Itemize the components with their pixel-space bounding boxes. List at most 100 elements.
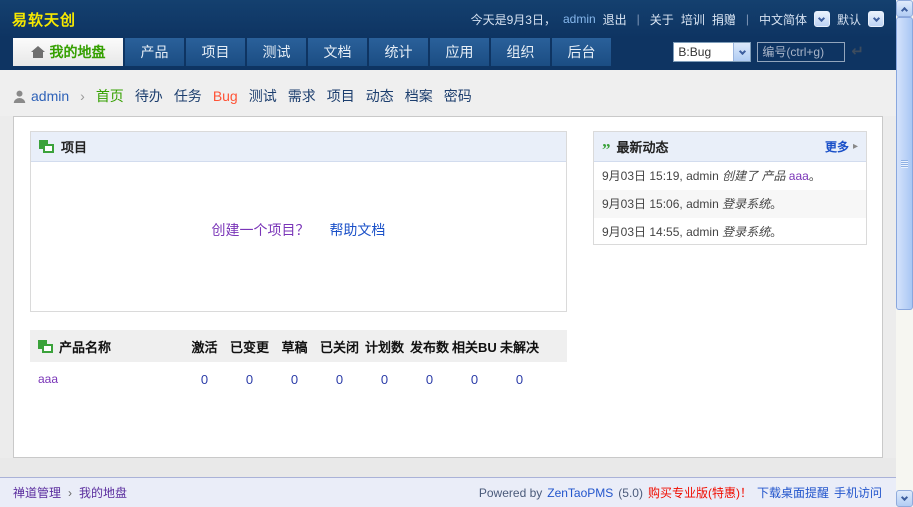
activity-time: 9月03日 15:06,: [602, 197, 683, 211]
search-go-button[interactable]: ↵: [851, 42, 864, 62]
menu-item-todo[interactable]: 待办: [135, 86, 163, 106]
tab-doc[interactable]: 文档: [308, 38, 367, 66]
breadcrumb-user-label: admin: [31, 88, 70, 104]
column-header-draft: 草稿: [281, 339, 308, 355]
activity-action: 登录系统: [722, 225, 771, 239]
activity-time: 9月03日 15:19,: [602, 169, 683, 183]
activity-suffix: 。: [770, 197, 783, 211]
product-table: 产品名称 激活 已变更 草稿 已关闭 计划数 发布数 相关BUG 未解决 aaa…: [30, 330, 567, 396]
activity-row: 9月03日 15:19, admin 创建了 产品 aaa。: [594, 162, 866, 190]
version-label: (5.0): [618, 485, 643, 500]
activity-panel-title: 最新动态: [616, 140, 669, 155]
column-header-releases: 发布数: [409, 339, 449, 355]
theme-dropdown-button[interactable]: [868, 11, 884, 27]
select-dropdown-button[interactable]: [733, 43, 751, 61]
scroll-up-button[interactable]: [896, 0, 913, 17]
footer-crumb-dashboard[interactable]: 我的地盘: [79, 484, 127, 501]
home-icon: [30, 46, 45, 58]
create-project-link[interactable]: 创建一个项目？: [212, 222, 310, 238]
activity-action: 登录系统: [722, 197, 771, 211]
help-doc-link[interactable]: 帮助文档: [329, 222, 385, 238]
activity-actor: admin: [686, 169, 719, 183]
scrollbar-thumb[interactable]: [896, 17, 913, 310]
cell-related-bugs[interactable]: 0: [452, 372, 497, 387]
tab-app[interactable]: 应用: [430, 38, 489, 66]
tab-admin[interactable]: 后台: [552, 38, 611, 66]
app-logo: 易软天创: [12, 11, 77, 29]
tab-test[interactable]: 测试: [247, 38, 306, 66]
chevron-down-icon: [900, 493, 909, 502]
page-gap: [0, 458, 896, 477]
desktop-reminder-link[interactable]: 下载桌面提醒: [757, 484, 829, 501]
activity-panel-header: ” 最新动态 更多 ▸: [594, 132, 866, 162]
column-header-unresolved: 未解决: [499, 339, 539, 355]
donate-link[interactable]: 捐赠: [712, 11, 736, 28]
search-id-input[interactable]: [757, 42, 846, 62]
tab-label: 产品: [140, 44, 169, 60]
activity-actor: admin: [686, 197, 719, 211]
tab-label: 组织: [506, 44, 535, 60]
user-menu[interactable]: admin: [13, 88, 69, 104]
tab-label: 项目: [201, 44, 230, 60]
column-header-closed: 已关闭: [319, 339, 359, 355]
tab-label: 统计: [384, 44, 413, 60]
activity-suffix: 。: [808, 169, 821, 183]
activity-object-link[interactable]: aaa: [789, 169, 809, 183]
vertical-scrollbar[interactable]: [896, 0, 913, 507]
menu-item-story[interactable]: 需求: [288, 86, 316, 106]
top-bar: 易软天创 今天是9月3日， admin 退出 | 关于 培训 捐赠 | 中文简体…: [0, 0, 896, 38]
menu-item-test[interactable]: 测试: [249, 86, 277, 106]
cell-plans[interactable]: 0: [362, 372, 407, 387]
training-link[interactable]: 培训: [681, 11, 705, 28]
menu-item-task[interactable]: 任务: [174, 86, 202, 106]
tab-label: 后台: [567, 44, 596, 60]
zentao-page: 易软天创 今天是9月3日， admin 退出 | 关于 培训 捐赠 | 中文简体…: [0, 0, 913, 507]
cell-draft[interactable]: 0: [272, 372, 317, 387]
menu-item-bug[interactable]: Bug: [213, 88, 238, 104]
powered-by-label: Powered by: [478, 485, 543, 500]
activity-panel: ” 最新动态 更多 ▸ 9月03日 15:19, admin 创建了 产品 aa…: [593, 131, 867, 245]
product-table-header: 产品名称 激活 已变更 草稿 已关闭 计划数 发布数 相关BUG 未解决: [30, 330, 567, 362]
activity-suffix: 。: [770, 225, 783, 239]
about-link[interactable]: 关于: [650, 11, 674, 28]
tab-project[interactable]: 项目: [186, 38, 245, 66]
menu-item-profile[interactable]: 档案: [405, 86, 433, 106]
tab-my-dashboard[interactable]: 我的地盘: [13, 38, 123, 66]
current-user-link[interactable]: admin: [563, 12, 596, 26]
footer-crumb-zentao[interactable]: 禅道管理: [13, 484, 61, 501]
menu-item-dynamic[interactable]: 动态: [366, 86, 394, 106]
cell-active[interactable]: 0: [182, 372, 227, 387]
zentao-link[interactable]: ZenTaoPMS: [547, 486, 613, 500]
menu-item-home[interactable]: 首页: [96, 86, 124, 106]
product-name-link[interactable]: aaa: [38, 372, 58, 386]
quick-search: B:Bug ↵: [673, 38, 864, 66]
mobile-access-link[interactable]: 手机访问: [834, 484, 882, 501]
language-dropdown-button[interactable]: [813, 11, 830, 27]
separator: |: [745, 12, 749, 26]
main-nav-tabs: 我的地盘 产品 项目 测试 文档 统计 应用 组织 后台 B:Bug ↵: [0, 38, 896, 70]
windows-icon: [39, 139, 55, 154]
windows-icon: [38, 339, 54, 354]
scrollbar-grip: [901, 159, 908, 168]
tab-label: 应用: [445, 44, 474, 60]
scroll-down-button[interactable]: [896, 490, 913, 507]
more-link[interactable]: 更多 ▸: [825, 138, 858, 155]
table-row: aaa 0 0 0 0 0 0 0 0: [30, 362, 567, 396]
search-module-select[interactable]: B:Bug: [673, 42, 752, 62]
cell-unresolved[interactable]: 0: [497, 372, 542, 387]
menu-item-password[interactable]: 密码: [444, 86, 472, 106]
activity-action: 创建了 产品: [722, 169, 786, 183]
tab-report[interactable]: 统计: [369, 38, 428, 66]
logout-link[interactable]: 退出: [603, 11, 627, 28]
tab-organization[interactable]: 组织: [491, 38, 550, 66]
footer-separator: ›: [68, 485, 73, 500]
cell-closed[interactable]: 0: [317, 372, 362, 387]
search-module-value: B:Bug: [678, 45, 712, 59]
buy-pro-link[interactable]: 购买专业版(特惠)！: [648, 484, 752, 501]
main-content: 项目 创建一个项目？ 帮助文档 ” 最新动态 更多 ▸ 9月03日 15:19,…: [0, 116, 896, 458]
menu-item-project[interactable]: 项目: [327, 86, 355, 106]
tab-product[interactable]: 产品: [125, 38, 184, 66]
cell-releases[interactable]: 0: [407, 372, 452, 387]
cell-changed[interactable]: 0: [227, 372, 272, 387]
separator: |: [636, 12, 640, 26]
